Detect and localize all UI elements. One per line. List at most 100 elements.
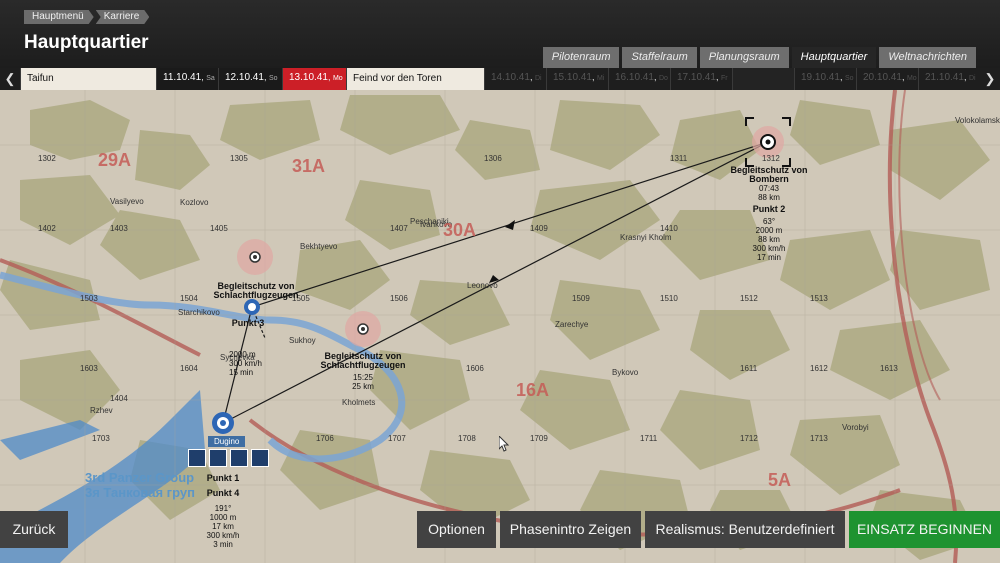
grid-number: 1708 bbox=[458, 434, 476, 443]
back-button[interactable]: Zurück bbox=[0, 511, 68, 548]
waypoint-3-details: 2000 m 300 km/h 15 min bbox=[229, 350, 273, 377]
grid-number: 1611 bbox=[740, 364, 758, 373]
waypoint-3-duration: 15 min bbox=[229, 368, 254, 377]
timeline-date: 17.10.41 bbox=[677, 72, 716, 83]
page-title: Hauptquartier bbox=[24, 32, 149, 53]
sector-label: 31A bbox=[292, 156, 326, 176]
grid-number: 1404 bbox=[110, 394, 128, 403]
village-label: Kholmets bbox=[342, 398, 376, 407]
squadron-emblem-icon bbox=[230, 449, 248, 467]
waypoint-2-label: Punkt 2 bbox=[752, 204, 786, 214]
waypoint-3-altitude: 2000 m bbox=[229, 350, 256, 359]
phase-intro-button[interactable]: Phasenintro Zeigen bbox=[500, 511, 641, 548]
waypoint-4-heading: 191° bbox=[214, 504, 232, 513]
waypoint-2-speed: 300 km/h bbox=[752, 244, 786, 253]
grid-number: 1509 bbox=[572, 294, 590, 303]
waypoint-4-title: Punkt 4 bbox=[206, 488, 240, 498]
grid-number: 1405 bbox=[210, 224, 228, 233]
start-mission-button[interactable]: EINSATZ BEGINNEN bbox=[849, 511, 1000, 548]
timeline-weekday: Di bbox=[968, 75, 976, 82]
village-label: Zarechye bbox=[555, 320, 589, 329]
tab-squadron-room[interactable]: Staffelraum bbox=[622, 47, 697, 68]
timeline-next-icon[interactable]: ❯ bbox=[982, 68, 998, 90]
waypoint-2-altitude: 2000 m bbox=[755, 226, 783, 235]
grid-number: 1604 bbox=[180, 364, 198, 373]
village-label: Kozlovo bbox=[180, 198, 209, 207]
waypoint-3-label-box[interactable]: Punkt 3 bbox=[228, 319, 268, 328]
grid-number: 1402 bbox=[38, 224, 56, 233]
grid-number: 1613 bbox=[880, 364, 898, 373]
village-label: Volokolamsk bbox=[955, 116, 1000, 125]
grid-number: 1606 bbox=[466, 364, 484, 373]
timeline-campaign[interactable]: Taifun bbox=[20, 68, 156, 90]
timeline-date: 20.10.41 bbox=[863, 72, 902, 83]
grid-number: 1503 bbox=[80, 294, 98, 303]
sector-label: 5A bbox=[768, 470, 792, 490]
timeline-date: 16.10.41 bbox=[615, 72, 654, 83]
timeline-weekday: Fr bbox=[720, 75, 728, 82]
village-label: Bekhtyevo bbox=[300, 242, 338, 251]
grid-number: 1512 bbox=[740, 294, 758, 303]
timeline-weekday: Mo bbox=[906, 75, 917, 82]
village-label: Bykovo bbox=[612, 368, 639, 377]
grid-number: 1510 bbox=[660, 294, 678, 303]
timeline-current-day[interactable]: 13.10.41, Mo bbox=[282, 68, 346, 90]
timeline-weekday: Di bbox=[534, 75, 542, 82]
timeline-date: 19.10.41 bbox=[801, 72, 840, 83]
grid-number: 1506 bbox=[390, 294, 408, 303]
waypoint-3b-distance: 25 km bbox=[352, 382, 374, 391]
waypoint-4-altitude: 1000 m bbox=[209, 513, 237, 522]
timeline-day: 14.10.41, Di bbox=[484, 68, 546, 90]
grid-number: 1707 bbox=[388, 434, 406, 443]
grid-number: 1409 bbox=[530, 224, 548, 233]
breadcrumb-main-menu[interactable]: Hauptmenü bbox=[24, 10, 94, 24]
grid-number: 1311 bbox=[670, 154, 688, 163]
sector-label: 29A bbox=[98, 150, 132, 170]
timeline-date: 13.10.41 bbox=[289, 72, 328, 83]
timeline-day: 16.10.41, Do bbox=[608, 68, 670, 90]
timeline-day: 20.10.41, Mo bbox=[856, 68, 918, 90]
timeline-weekday: So bbox=[268, 75, 278, 82]
campaign-map[interactable]: 1302 1402 1403 1503 1504 1505 1506 1509 … bbox=[0, 90, 1000, 563]
timeline-prev-icon[interactable]: ❮ bbox=[2, 68, 18, 90]
waypoint-2-duration: 17 min bbox=[756, 253, 781, 262]
village-label: Rzhev bbox=[90, 406, 113, 415]
timeline-date: 14.10.41 bbox=[491, 72, 530, 83]
realism-button[interactable]: Realismus: Benutzerdefiniert bbox=[645, 511, 845, 548]
grid-number: 1306 bbox=[484, 154, 502, 163]
waypoint-3-speed: 300 km/h bbox=[229, 359, 262, 368]
campaign-timeline: ❮ Taifun 11.10.41, Sa 12.10.41, So 13.10… bbox=[0, 68, 1000, 90]
grid-number: 1407 bbox=[390, 224, 408, 233]
timeline-current-event[interactable]: Feind vor den Toren bbox=[346, 68, 484, 90]
village-label: Vorobyi bbox=[842, 423, 869, 432]
waypoint-4-info[interactable]: Punkt 4 191° 1000 m 17 km 300 km/h 3 min bbox=[198, 488, 248, 550]
waypoint-1-info[interactable]: Punkt 1 bbox=[198, 474, 248, 483]
breadcrumb-career[interactable]: Karriere bbox=[96, 10, 150, 24]
timeline-date: 11.10.41 bbox=[163, 72, 202, 83]
tab-headquarters[interactable]: Hauptquartier bbox=[791, 47, 877, 68]
waypoint-2-time: 07:43 bbox=[758, 184, 780, 193]
timeline-day: 19.10.41, So bbox=[794, 68, 856, 90]
squadron-emblem-icon bbox=[209, 449, 227, 467]
options-button[interactable]: Optionen bbox=[417, 511, 496, 548]
tab-planning-room[interactable]: Planungsraum bbox=[699, 47, 789, 68]
squadron-emblem-icon bbox=[188, 449, 206, 467]
timeline-day[interactable]: 12.10.41, So bbox=[218, 68, 282, 90]
timeline-event-label: Feind vor den Toren bbox=[353, 73, 442, 84]
waypoint-3-info[interactable]: Begleitschutz von Schlachtflugzeugen bbox=[208, 282, 304, 300]
waypoint-2-title: Begleitschutz von Bombern bbox=[730, 165, 808, 184]
tab-pilot-room[interactable]: Pilotenraum bbox=[542, 47, 620, 68]
timeline-weekday: So bbox=[844, 75, 854, 82]
mouse-cursor-icon bbox=[499, 436, 510, 452]
timeline-day[interactable]: 11.10.41, Sa bbox=[156, 68, 218, 90]
waypoint-3b-info[interactable]: Begleitschutz von Schlachtflugzeugen 15:… bbox=[314, 352, 412, 392]
airfield-badge[interactable]: Dugino bbox=[208, 436, 246, 447]
grid-number: 1713 bbox=[810, 434, 828, 443]
village-label: Vasilyevo bbox=[110, 197, 144, 206]
waypoint-2-info[interactable]: Begleitschutz von Bombern 07:43 88 km Pu… bbox=[726, 165, 812, 263]
timeline-weekday: Do bbox=[658, 75, 668, 82]
grid-number: 1302 bbox=[38, 154, 56, 163]
grid-number: 1305 bbox=[230, 154, 248, 163]
grid-number: 1711 bbox=[640, 434, 658, 443]
tab-world-news[interactable]: Weltnachrichten bbox=[879, 47, 976, 68]
